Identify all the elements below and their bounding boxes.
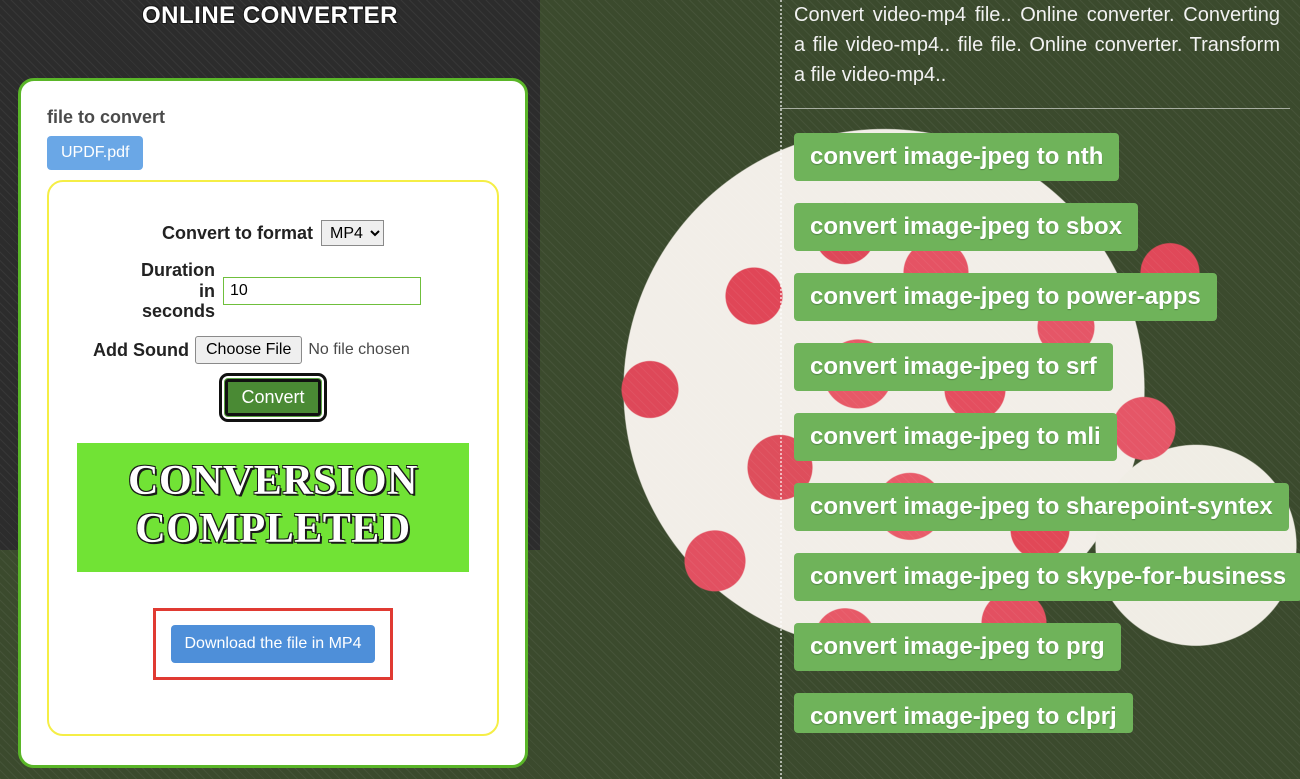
related-link[interactable]: convert image-jpeg to mli [794, 413, 1117, 461]
download-highlight-frame: Download the file in MP4 [153, 608, 393, 680]
converter-panel: file to convert UPDF.pdf Convert to form… [18, 78, 528, 768]
convert-button[interactable]: Convert [224, 378, 321, 417]
converter-card: Convert to format MP4 Duration in second… [61, 202, 485, 710]
related-link[interactable]: convert image-jpeg to power-apps [794, 273, 1217, 321]
add-sound-label: Add Sound [93, 340, 189, 361]
page-title: ONLINE CONVERTER [0, 2, 540, 30]
related-links-list: convert image-jpeg to nth convert image-… [780, 109, 1290, 733]
related-link[interactable]: convert image-jpeg to prg [794, 623, 1121, 671]
no-file-chosen-text: No file chosen [308, 341, 409, 359]
file-to-convert-label: file to convert [47, 107, 499, 128]
conversion-completed-banner: CONVERSION COMPLETED [77, 443, 469, 572]
related-link[interactable]: convert image-jpeg to nth [794, 133, 1119, 181]
description-text: Convert video-mp4 file.. Online converte… [780, 0, 1290, 109]
related-link[interactable]: convert image-jpeg to clprj [794, 693, 1133, 733]
duration-input[interactable] [223, 277, 421, 305]
converter-inner: Convert to format MP4 Duration in second… [47, 180, 499, 736]
related-link[interactable]: convert image-jpeg to sharepoint-syntex [794, 483, 1289, 531]
related-link[interactable]: convert image-jpeg to skype-for-business [794, 553, 1300, 601]
convert-wrap: Convert [77, 378, 469, 417]
add-sound-row: Add Sound Choose File No file chosen [77, 336, 469, 364]
duration-row: Duration in seconds [77, 260, 469, 322]
convert-to-format-label: Convert to format [162, 223, 313, 244]
related-link[interactable]: convert image-jpeg to sbox [794, 203, 1138, 251]
right-column: Convert video-mp4 file.. Online converte… [780, 0, 1290, 733]
related-link[interactable]: convert image-jpeg to srf [794, 343, 1113, 391]
format-row: Convert to format MP4 [77, 220, 469, 246]
download-button[interactable]: Download the file in MP4 [171, 625, 376, 663]
format-select[interactable]: MP4 [321, 220, 384, 246]
uploaded-file-chip[interactable]: UPDF.pdf [47, 136, 143, 170]
duration-label: Duration in seconds [125, 260, 215, 322]
choose-file-button[interactable]: Choose File [195, 336, 302, 364]
